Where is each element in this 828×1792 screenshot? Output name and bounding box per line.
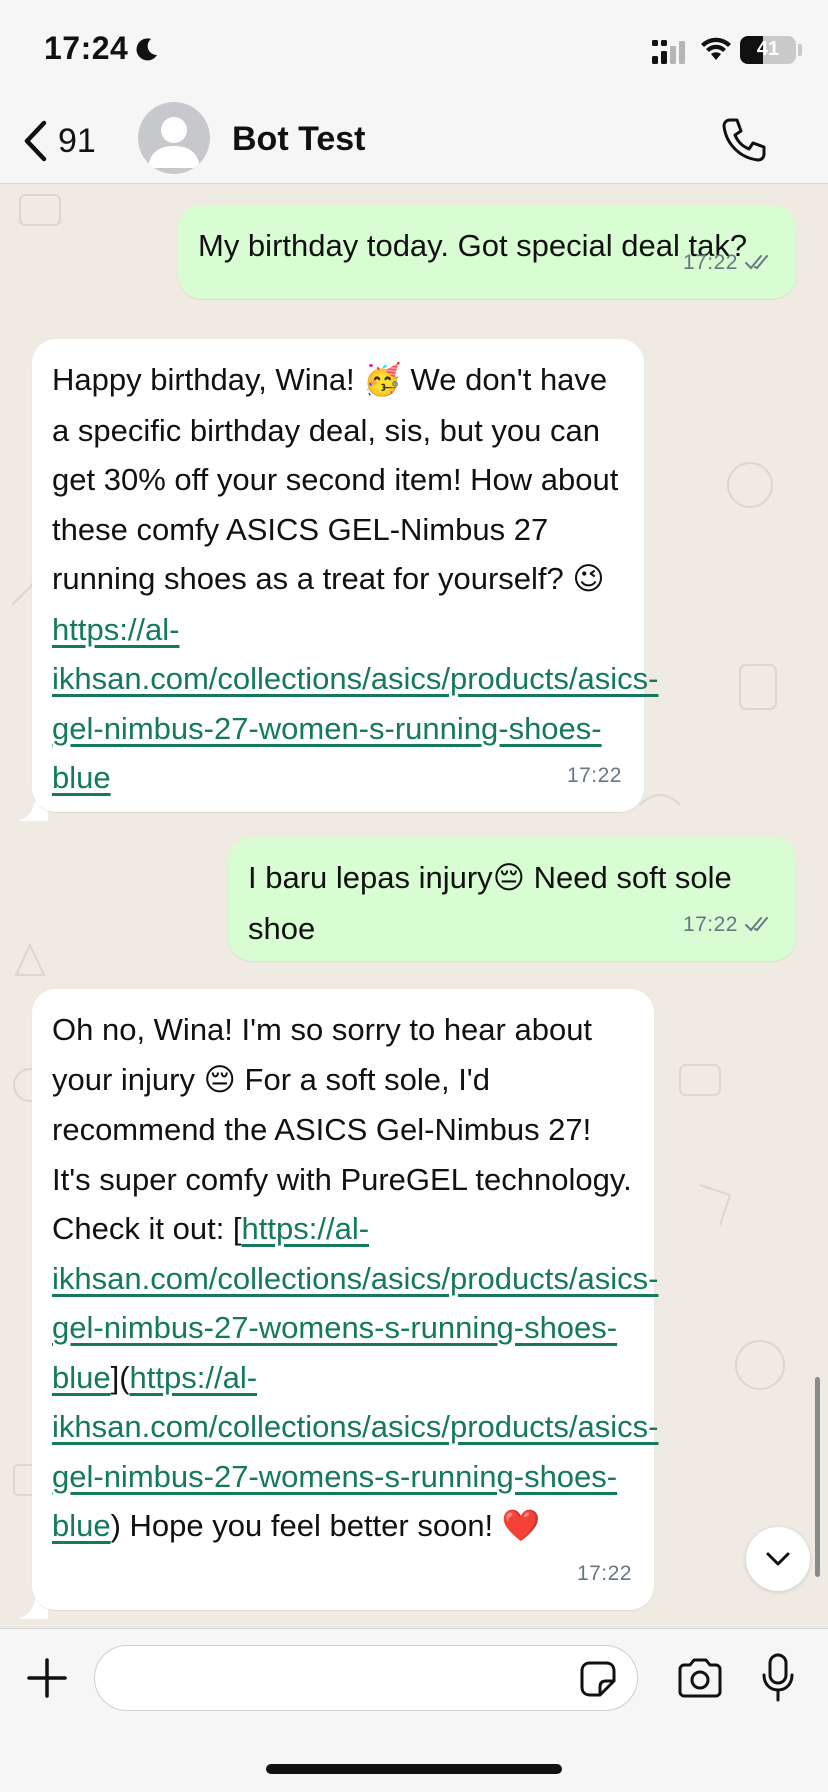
message-text: We don't have a specific birthday deal, …	[52, 362, 619, 596]
avatar[interactable]	[138, 102, 210, 174]
message-text: I baru lepas injury	[248, 860, 493, 895]
message-input[interactable]	[94, 1645, 638, 1711]
battery-nub	[798, 44, 802, 56]
party-face-emoji: 🥳	[363, 362, 402, 398]
moon-icon	[136, 38, 157, 61]
chevron-left-icon	[24, 120, 47, 162]
message-meta: 17:22	[683, 238, 774, 288]
red-heart-emoji: ❤️	[501, 1508, 541, 1544]
battery-level-text: 41	[756, 38, 780, 60]
sticker-button[interactable]	[578, 1659, 618, 1704]
wifi-icon	[701, 37, 731, 60]
wink-emoji: 😉	[572, 561, 605, 597]
message-time: 17:22	[576, 1561, 632, 1585]
message-text: Happy birthday, Wina!	[52, 362, 364, 397]
status-bar: 17:24 41	[0, 0, 828, 100]
microphone-icon	[762, 1653, 794, 1702]
message-outgoing[interactable]: I baru lepas injury😔 Need soft sole shoe…	[228, 837, 796, 961]
message-meta: 17:22	[577, 1549, 632, 1599]
back-button[interactable]: 91	[22, 116, 96, 166]
message-incoming[interactable]: Happy birthday, Wina! 🥳 We don't have a …	[32, 339, 658, 812]
unread-count: 91	[58, 121, 96, 160]
message-text: ) Hope you feel better soon!	[110, 1508, 502, 1543]
pensive-emoji: 😔	[203, 1061, 236, 1098]
avatar-icon	[148, 117, 200, 168]
chat-scrollbar[interactable]	[815, 1377, 820, 1577]
chat-header: 91 Bot Test	[0, 100, 828, 184]
message-meta: 17:22	[683, 900, 774, 950]
phone-icon	[722, 118, 766, 162]
message-meta: 17:22	[567, 751, 622, 801]
microphone-button[interactable]	[760, 1653, 796, 1708]
chat-area[interactable]: My birthday today. Got special deal tak?…	[0, 185, 828, 1628]
scroll-to-bottom-button[interactable]	[746, 1527, 810, 1591]
pensive-emoji: 😔	[492, 860, 526, 896]
battery-icon: 41	[740, 36, 796, 64]
message-incoming[interactable]: Oh no, Wina! I'm so sorry to hear about …	[32, 989, 658, 1610]
double-check-icon	[745, 917, 768, 932]
signal-icon	[652, 40, 685, 64]
voice-call-button[interactable]	[720, 116, 768, 169]
home-indicator[interactable]	[266, 1764, 562, 1774]
attach-button[interactable]	[26, 1657, 68, 1704]
message-time: 17:22	[682, 912, 738, 936]
message-text: My birthday today. Got special deal tak?	[198, 228, 748, 263]
contact-name[interactable]: Bot Test	[232, 120, 365, 159]
camera-button[interactable]	[676, 1657, 724, 1704]
camera-icon	[678, 1658, 722, 1698]
sticker-icon	[580, 1661, 616, 1697]
double-check-icon	[745, 255, 768, 270]
chevron-down-icon	[766, 1552, 790, 1566]
plus-icon	[27, 1658, 67, 1698]
message-time: 17:22	[682, 250, 738, 274]
message-outgoing[interactable]: My birthday today. Got special deal tak?…	[178, 205, 796, 299]
message-text: ](	[110, 1359, 130, 1395]
status-time: 17:24	[44, 30, 129, 66]
message-time: 17:22	[566, 763, 622, 787]
